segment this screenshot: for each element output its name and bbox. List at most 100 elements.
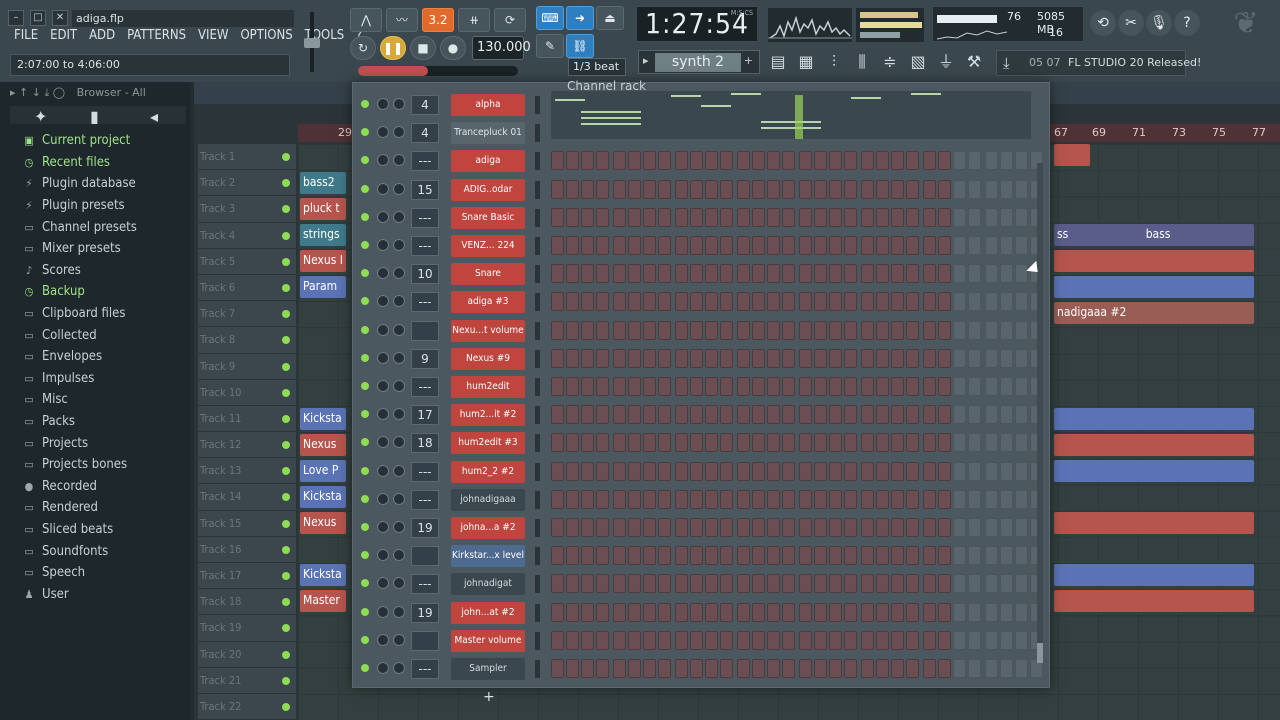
step-button[interactable]	[861, 461, 874, 481]
track-mute-led[interactable]	[282, 441, 290, 450]
step-button[interactable]	[829, 207, 842, 227]
channel-select-indicator[interactable]	[535, 265, 540, 284]
step-button[interactable]	[923, 377, 936, 396]
step-button[interactable]	[566, 546, 579, 566]
step-button[interactable]	[551, 461, 564, 481]
step-button[interactable]	[675, 602, 688, 622]
track-mute-led[interactable]	[282, 310, 290, 319]
step-button[interactable]	[799, 630, 812, 650]
channel-row[interactable]: --- hum2edit	[353, 373, 1051, 401]
step-button[interactable]	[581, 489, 594, 509]
step-button[interactable]	[705, 377, 718, 396]
step-button[interactable]	[551, 179, 564, 199]
step-button[interactable]	[737, 489, 750, 509]
step-button[interactable]	[752, 236, 765, 255]
track-header[interactable]: Track 3	[198, 196, 296, 223]
clip-strings[interactable]: strings	[300, 224, 346, 246]
step-button[interactable]	[658, 433, 671, 453]
step-button[interactable]	[782, 461, 795, 481]
step-button[interactable]	[737, 518, 750, 537]
step-button[interactable]	[938, 630, 951, 650]
channel-name-button[interactable]: hum2...it #2	[451, 404, 525, 427]
rack-scrollbar[interactable]	[1037, 163, 1043, 663]
step-button[interactable]	[923, 602, 936, 622]
step-button[interactable]	[581, 151, 594, 171]
tools-icon[interactable]: ✂	[1118, 10, 1144, 36]
step-button[interactable]	[891, 151, 904, 171]
step-button[interactable]	[814, 574, 827, 594]
step-button[interactable]	[643, 320, 656, 340]
piano-roll-icon[interactable]: ▦	[794, 48, 818, 76]
step-button[interactable]	[906, 433, 919, 453]
step-button[interactable]	[1000, 461, 1013, 481]
step-button[interactable]	[752, 602, 765, 622]
step-button[interactable]	[938, 236, 951, 255]
step-button[interactable]	[551, 659, 564, 678]
equalizer-icon[interactable]: ≑	[878, 48, 902, 76]
step-button[interactable]	[938, 433, 951, 453]
step-button[interactable]	[675, 207, 688, 227]
step-button[interactable]	[596, 546, 609, 566]
channel-mute-led[interactable]	[361, 382, 369, 390]
track-header[interactable]: Track 13	[198, 458, 296, 485]
step-button[interactable]	[844, 546, 857, 566]
slider-knob[interactable]	[304, 38, 320, 48]
pan-knob[interactable]	[377, 662, 389, 674]
add-channel-button[interactable]: +	[483, 689, 495, 705]
step-button[interactable]	[643, 518, 656, 537]
step-button[interactable]	[1015, 236, 1028, 255]
star-icon[interactable]: ✦	[34, 107, 47, 126]
clip-right-nadigaaa[interactable]: nadigaaa #2	[1054, 302, 1254, 324]
track-mute-led[interactable]	[282, 388, 290, 397]
step-button[interactable]	[737, 264, 750, 284]
clip-love[interactable]: Love P	[300, 460, 346, 482]
step-button[interactable]	[643, 574, 656, 594]
channel-row[interactable]: 19 john...at #2	[353, 599, 1051, 627]
step-button[interactable]	[613, 602, 626, 622]
step-button[interactable]	[720, 236, 733, 255]
step-button[interactable]	[720, 461, 733, 481]
mixer-track-number[interactable]: 15	[411, 179, 439, 200]
step-button[interactable]	[658, 602, 671, 622]
step-button[interactable]	[752, 207, 765, 227]
step-button[interactable]	[658, 659, 671, 678]
step-button[interactable]	[799, 377, 812, 396]
step-button[interactable]	[985, 518, 998, 537]
channel-select-indicator[interactable]	[535, 208, 540, 227]
step-button[interactable]	[566, 602, 579, 622]
step-button[interactable]	[737, 461, 750, 481]
step-button[interactable]	[968, 348, 981, 368]
channel-name-button[interactable]: johnadigaaa	[451, 488, 525, 511]
step-button[interactable]	[628, 461, 641, 481]
step-button[interactable]	[690, 292, 703, 312]
track-mute-led[interactable]	[282, 231, 290, 240]
volume-knob[interactable]	[393, 662, 405, 674]
step-button[interactable]	[861, 630, 874, 650]
step-button[interactable]	[551, 264, 564, 284]
step-button[interactable]	[690, 377, 703, 396]
track-header[interactable]: Track 1	[198, 144, 296, 171]
step-button[interactable]	[658, 151, 671, 171]
step-button[interactable]	[799, 320, 812, 340]
step-edit-button[interactable]: ⧺	[458, 8, 490, 32]
step-button[interactable]	[861, 405, 874, 425]
step-button[interactable]	[782, 292, 795, 312]
channel-mute-led[interactable]	[361, 269, 369, 278]
volume-knob[interactable]	[393, 154, 405, 167]
database-icon[interactable]: ▮	[90, 107, 99, 126]
step-button[interactable]	[861, 489, 874, 509]
step-button[interactable]	[906, 236, 919, 255]
step-button[interactable]	[923, 433, 936, 453]
step-button[interactable]	[1015, 602, 1028, 622]
step-button[interactable]	[705, 518, 718, 537]
step-button[interactable]	[737, 292, 750, 312]
step-button[interactable]	[566, 489, 579, 509]
step-button[interactable]	[906, 659, 919, 678]
track-mute-led[interactable]	[282, 362, 290, 371]
step-button[interactable]	[705, 264, 718, 284]
step-button[interactable]	[628, 518, 641, 537]
pan-knob[interactable]	[377, 323, 389, 336]
step-button[interactable]	[551, 518, 564, 537]
step-button[interactable]	[566, 292, 579, 312]
step-button[interactable]	[752, 292, 765, 312]
